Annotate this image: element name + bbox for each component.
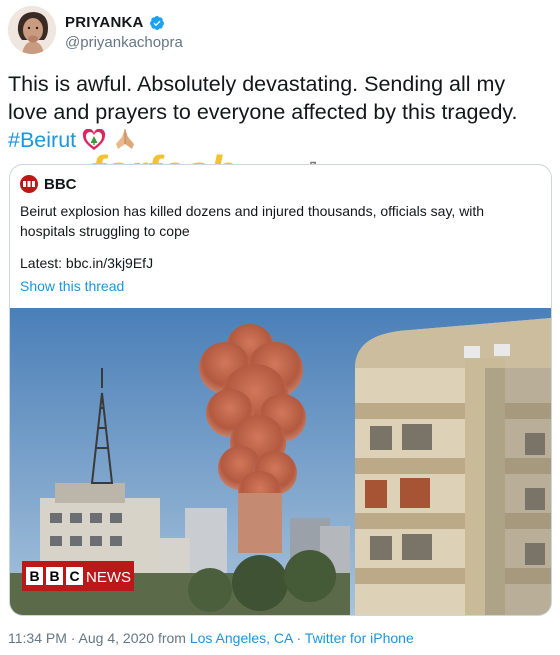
quoted-tweet-text: Beirut explosion has killed dozens and i… <box>20 203 485 239</box>
tweet-footer: 11:34 PM · Aug 4, 2020 from Los Angeles,… <box>8 630 414 646</box>
tweet-body: This is awful. Absolutely devastating. S… <box>8 72 518 124</box>
lebanon-heart-icon <box>83 129 106 150</box>
svg-text:B: B <box>29 568 39 584</box>
show-thread-link[interactable]: Show this thread <box>20 278 124 294</box>
avatar[interactable] <box>8 6 56 54</box>
beirut-explosion-photo[interactable]: B B C NEWS <box>10 308 551 615</box>
tweet-text: This is awful. Absolutely devastating. S… <box>8 70 548 154</box>
tweet-header: PRIYANKA @priyankachopra <box>8 6 548 58</box>
author-handle[interactable]: @priyankachopra <box>65 34 183 51</box>
verified-badge-icon <box>149 15 164 30</box>
bbc-news-logo: B B C NEWS <box>22 561 134 591</box>
svg-text:B: B <box>49 568 59 584</box>
bbc-avatar[interactable] <box>20 175 38 193</box>
tweet-timestamp[interactable]: 11:34 PM · Aug 4, 2020 from <box>8 630 190 646</box>
quoted-latest-link[interactable]: Latest: bbc.in/3kj9EfJ <box>20 255 153 271</box>
svg-text:C: C <box>69 568 79 584</box>
quoted-author-name[interactable]: BBC <box>44 176 77 193</box>
quoted-tweet-card[interactable]: BBC Beirut explosion has killed dozens a… <box>9 164 552 616</box>
hashtag-link[interactable]: #Beirut <box>8 128 76 152</box>
footer-separator: · <box>292 630 305 646</box>
svg-text:NEWS: NEWS <box>86 569 131 586</box>
folded-hands-icon <box>116 129 135 149</box>
author-name[interactable]: PRIYANKA <box>65 14 144 31</box>
location-link[interactable]: Los Angeles, CA <box>190 630 293 646</box>
source-link[interactable]: Twitter for iPhone <box>305 630 414 646</box>
